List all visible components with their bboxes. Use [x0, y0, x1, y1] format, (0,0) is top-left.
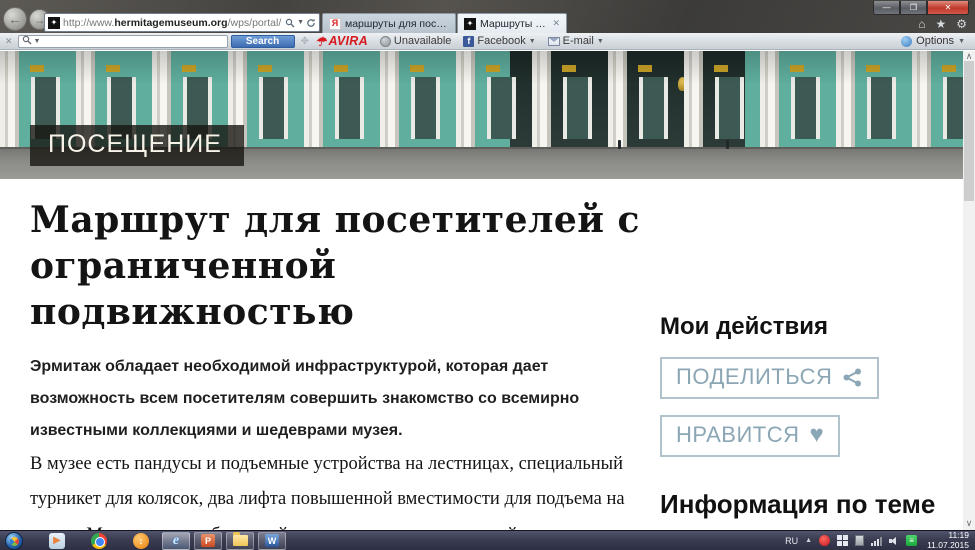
search-scope-dropdown-icon[interactable]: ▼	[34, 38, 41, 45]
windows-update-tray-icon[interactable]	[837, 535, 849, 546]
chevron-down-icon: ▼	[528, 37, 536, 45]
addon-toolbar: ✕ ▼ Search ✥ ☂ AVIRA Unavailable f Faceb…	[0, 33, 975, 50]
avira-umbrella-icon: ☂	[314, 34, 327, 49]
like-button[interactable]: НРАВИТСЯ ♥	[660, 415, 841, 457]
chevron-down-icon: ▼	[596, 37, 604, 45]
search-icon[interactable]	[285, 18, 295, 28]
internet-explorer-taskbar-button[interactable]: e	[162, 531, 190, 550]
facebook-icon: f	[463, 35, 475, 47]
network-signal-icon[interactable]	[871, 536, 883, 546]
folder-icon	[232, 532, 248, 546]
browser-quick-icons: ⌂ ★ ⚙	[918, 17, 967, 31]
tab-close-icon[interactable]: ✕	[552, 18, 560, 29]
explorer-folder-taskbar-button[interactable]	[226, 531, 254, 550]
status-unavailable[interactable]: Unavailable	[379, 35, 451, 47]
start-button[interactable]	[5, 531, 23, 550]
tab-routes-disabled-active[interactable]: ✦ Маршруты для инвалидов ✕	[457, 13, 567, 33]
url-text[interactable]: http://www.hermitagemuseum.org/wps/porta…	[63, 17, 282, 29]
toolbar-separator: ✥	[300, 35, 309, 47]
hermitage-favicon-icon: ✦	[48, 16, 60, 29]
back-button[interactable]: ←	[3, 7, 27, 31]
avira-tray-icon[interactable]	[819, 535, 831, 546]
tab-title: Маршруты для инвалидов	[480, 17, 548, 30]
share-icon	[842, 367, 863, 388]
wifi-hotspot-tray-icon[interactable]: ≡	[906, 535, 918, 546]
email-envelope-icon	[547, 36, 560, 46]
clock-date: 11.07.2015	[927, 539, 969, 550]
actions-sidebar: Мои действия ПОДЕЛИТЬСЯ НРАВИТСЯ ♥ Инфор…	[660, 313, 950, 538]
home-icon[interactable]: ⌂	[918, 17, 925, 31]
scrollbar-thumb[interactable]	[964, 61, 974, 201]
chevron-down-icon: ▼	[958, 37, 965, 45]
word-icon: W	[265, 534, 279, 547]
word-taskbar-button[interactable]: W	[258, 531, 286, 550]
internet-explorer-icon: e	[172, 532, 180, 548]
powerpoint-taskbar-button[interactable]: P	[194, 531, 222, 550]
minimize-button[interactable]: —	[873, 1, 900, 15]
windows-taskbar: ▶ ↕ e P W RU ▲ ≡ 11:19 11.07.2015	[0, 530, 975, 550]
pedestrian-figure	[726, 140, 729, 149]
unavailable-icon	[379, 35, 391, 47]
toolbar-options-menu[interactable]: Options ▼	[901, 35, 965, 47]
maximize-button[interactable]: ❐	[900, 1, 927, 15]
vertical-scrollbar[interactable]: ∧ ∨	[963, 51, 975, 530]
section-banner: ПОСЕЩЕНИЕ	[30, 125, 244, 166]
options-icon	[901, 35, 913, 47]
tab-routes-search[interactable]: Я маршруты для посетителей с...	[322, 13, 456, 33]
address-dropdown-icon[interactable]: ▼	[297, 19, 304, 26]
screen: ← → ✦ http://www.hermitagemuseum.org/wps…	[0, 0, 975, 550]
chrome-icon[interactable]	[91, 532, 107, 549]
window-controls: — ❐ ✕	[873, 1, 969, 15]
page-viewport: ПОСЕЩЕНИЕ Маршрут для посетителей с огра…	[0, 51, 975, 545]
clipboard-tray-icon[interactable]	[855, 535, 865, 546]
share-button[interactable]: ПОДЕЛИТЬСЯ	[660, 357, 880, 399]
browser-titlebar: ← → ✦ http://www.hermitagemuseum.org/wps…	[0, 0, 975, 33]
updater-icon[interactable]: ↕	[133, 532, 149, 549]
media-player-icon[interactable]: ▶	[49, 532, 65, 549]
avira-logo[interactable]: ☂ AVIRA	[315, 34, 368, 49]
settings-gear-icon[interactable]: ⚙	[956, 17, 967, 31]
actions-title: Мои действия	[660, 313, 829, 340]
close-button[interactable]: ✕	[927, 1, 969, 15]
hermitage-favicon-icon: ✦	[464, 17, 476, 30]
volume-icon[interactable]	[889, 536, 899, 546]
facebook-menu[interactable]: f Facebook ▼	[463, 35, 536, 47]
heart-icon: ♥	[809, 421, 825, 448]
search-icon	[22, 35, 32, 48]
yandex-favicon-icon: Я	[329, 17, 341, 30]
scroll-down-icon[interactable]: ∨	[963, 518, 975, 529]
toolbar-search-input[interactable]: ▼	[17, 34, 228, 48]
system-tray: RU ▲ ≡ 11:19 11.07.2015	[785, 530, 969, 550]
email-menu[interactable]: E-mail ▼	[547, 35, 604, 47]
language-indicator[interactable]: RU	[785, 536, 798, 546]
back-arrow-icon: ←	[8, 11, 22, 27]
favorites-star-icon[interactable]: ★	[935, 17, 946, 31]
tab-title: маршруты для посетителей с...	[345, 17, 449, 30]
address-bar[interactable]: ✦ http://www.hermitagemuseum.org/wps/por…	[44, 13, 320, 32]
hidden-icons-chevron-icon[interactable]: ▲	[805, 537, 812, 544]
hero-image-winter-palace: ПОСЕЩЕНИЕ	[0, 51, 975, 179]
toolbar-close-icon[interactable]: ✕	[5, 36, 13, 47]
article: Маршрут для посетителей с ограниченной п…	[30, 197, 660, 550]
taskbar-clock[interactable]: 11:19 11.07.2015	[927, 530, 969, 550]
related-info-title: Информация по теме	[660, 489, 936, 519]
pedestrian-figure	[618, 140, 621, 149]
intro-paragraph: Эрмитаж обладает необходимой инфраструкт…	[30, 358, 580, 440]
search-button[interactable]: Search	[230, 34, 295, 48]
page-title: Маршрут для посетителей с ограниченной п…	[30, 199, 640, 334]
refresh-icon[interactable]	[306, 18, 316, 28]
powerpoint-icon: P	[201, 534, 215, 547]
